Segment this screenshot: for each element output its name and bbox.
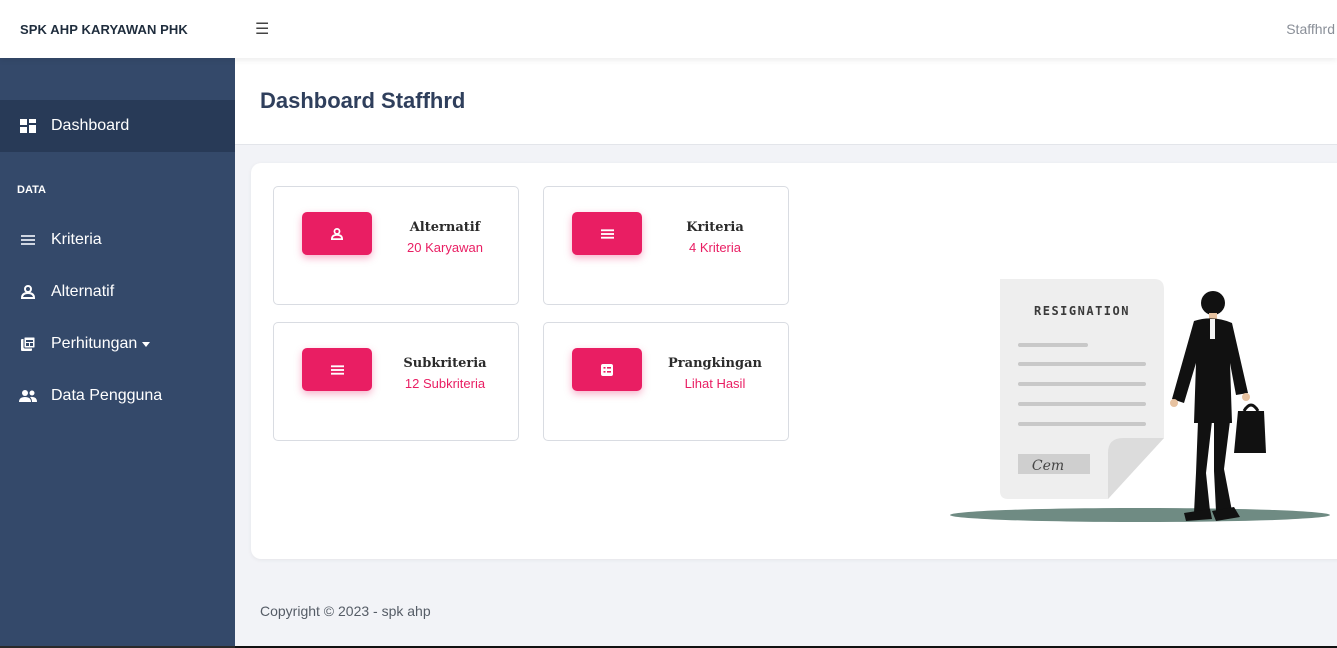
sidebar-item-label: Perhitungan bbox=[51, 335, 138, 352]
sidebar-item-alternatif[interactable]: Alternatif bbox=[0, 266, 235, 318]
table-icon bbox=[601, 363, 613, 376]
page-header: Dashboard Staffhrd bbox=[235, 58, 1337, 145]
sidebar: Dashboard DATA Kriteria Alternatif Perhi… bbox=[0, 58, 235, 648]
stat-value: Lihat Hasil bbox=[684, 376, 746, 391]
sidebar-item-dashboard[interactable]: Dashboard bbox=[0, 100, 235, 152]
sidebar-item-label: Kriteria bbox=[51, 231, 102, 248]
dashboard-icon bbox=[18, 118, 38, 134]
sidebar-item-label: Alternatif bbox=[51, 283, 115, 300]
stat-title: Alternatif bbox=[409, 220, 481, 235]
main-content: Dashboard Staffhrd Alternatif 20 Karyawa… bbox=[235, 58, 1337, 648]
list-icon bbox=[330, 364, 344, 375]
hamburger-icon[interactable]: ☰ bbox=[255, 19, 269, 39]
stat-title: Subkriteria bbox=[403, 356, 487, 371]
resignation-heading: RESIGNATION bbox=[1034, 304, 1130, 318]
stat-value: 20 Karyawan bbox=[407, 240, 483, 255]
list-icon bbox=[18, 232, 38, 248]
subkriteria-button[interactable] bbox=[302, 348, 372, 391]
stat-value: 4 Kriteria bbox=[688, 240, 742, 255]
user-icon bbox=[18, 284, 38, 300]
list-icon bbox=[600, 228, 614, 239]
sidebar-item-perhitungan[interactable]: Perhitungan bbox=[0, 318, 235, 370]
sidebar-item-data-pengguna[interactable]: Data Pengguna bbox=[0, 370, 235, 422]
prangkingan-button[interactable] bbox=[572, 348, 642, 391]
caret-down-icon bbox=[142, 341, 151, 347]
stat-title: Kriteria bbox=[686, 220, 744, 235]
resignation-illustration: RESIGNATION Cem bbox=[950, 279, 1330, 522]
alternatif-button[interactable] bbox=[302, 212, 372, 255]
user-icon bbox=[331, 227, 343, 240]
stat-card-prangkingan[interactable]: Prangkingan Lihat Hasil bbox=[543, 322, 789, 441]
sidebar-heading: DATA bbox=[17, 184, 46, 196]
signature: Cem bbox=[1032, 458, 1064, 474]
stat-card-kriteria[interactable]: Kriteria 4 Kriteria bbox=[543, 186, 789, 305]
footer-copyright: Copyright © 2023 - spk ahp bbox=[260, 603, 431, 619]
top-navbar: SPK AHP KARYAWAN PHK ☰ Staffhrd bbox=[0, 0, 1337, 58]
stat-card-subkriteria[interactable]: Subkriteria 12 Subkriteria bbox=[273, 322, 519, 441]
dashboard-card: Alternatif 20 Karyawan Kriteria 4 Kriter… bbox=[251, 163, 1337, 559]
page-title: Dashboard Staffhrd bbox=[260, 88, 466, 113]
user-menu[interactable]: Staffhrd bbox=[1286, 21, 1335, 37]
stat-title: Prangkingan bbox=[668, 356, 762, 371]
calculator-icon bbox=[18, 336, 38, 352]
sidebar-item-label: Dashboard bbox=[51, 117, 130, 134]
stat-value: 12 Subkriteria bbox=[404, 376, 486, 391]
sidebar-item-label: Data Pengguna bbox=[51, 387, 163, 404]
sidebar-item-kriteria[interactable]: Kriteria bbox=[0, 214, 235, 266]
users-icon bbox=[18, 388, 38, 404]
kriteria-button[interactable] bbox=[572, 212, 642, 255]
brand-title[interactable]: SPK AHP KARYAWAN PHK bbox=[0, 22, 235, 37]
stat-card-alternatif[interactable]: Alternatif 20 Karyawan bbox=[273, 186, 519, 305]
